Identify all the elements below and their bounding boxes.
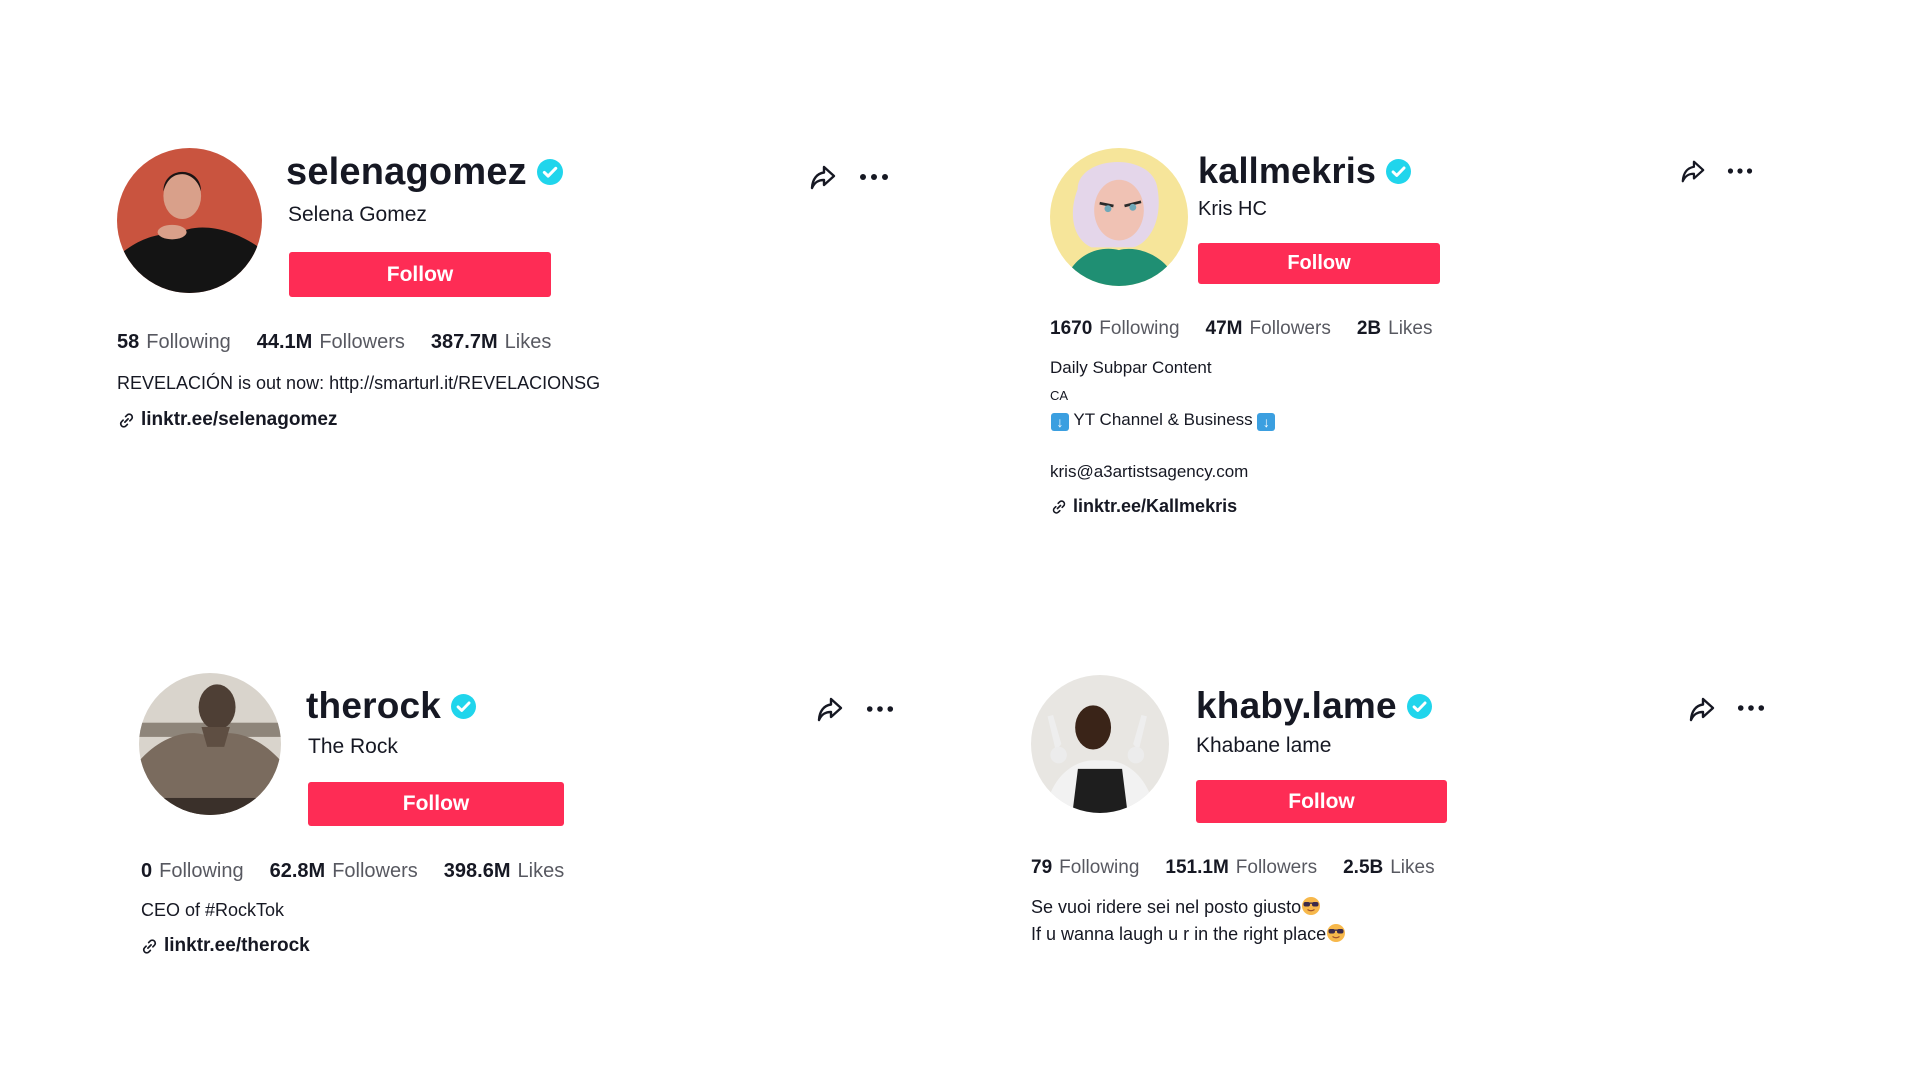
following-count[interactable]: 79 Following xyxy=(1031,857,1139,879)
nickname: The Rock xyxy=(308,735,398,758)
profile-link[interactable]: linktr.ee/therock xyxy=(141,935,310,957)
bio-email: kris@a3artistsagency.com xyxy=(1050,462,1249,481)
following-count[interactable]: 58 Following xyxy=(117,331,231,354)
verified-badge-icon xyxy=(1386,159,1411,184)
likes-count: 398.6M Likes xyxy=(443,860,565,882)
nickname: Selena Gomez xyxy=(288,203,427,226)
link-icon xyxy=(118,412,135,429)
bio-line: If u wanna laugh u r in the right place xyxy=(1031,923,1346,945)
avatar[interactable] xyxy=(1050,148,1188,286)
followers-count[interactable]: 151.1M Followers xyxy=(1165,857,1317,879)
stats-row: 58 Following 44.1M Followers 387.7M Likes xyxy=(117,331,577,354)
profile-link[interactable]: linktr.ee/selenagomez xyxy=(118,409,337,431)
username: therock xyxy=(306,683,476,729)
share-button[interactable] xyxy=(1687,694,1717,724)
link-icon xyxy=(1051,499,1067,515)
username: khaby.lame xyxy=(1196,683,1432,729)
link-icon xyxy=(141,938,158,955)
likes-count: 387.7M Likes xyxy=(430,331,552,353)
verified-badge-icon xyxy=(537,159,563,185)
profile-link[interactable]: linktr.ee/Kallmekris xyxy=(1051,496,1237,517)
more-options-button[interactable] xyxy=(1734,695,1768,721)
likes-count: 2B Likes xyxy=(1356,318,1433,339)
avatar[interactable] xyxy=(1031,675,1169,813)
sunglasses-emoji-icon xyxy=(1302,897,1321,915)
share-icon xyxy=(816,695,844,723)
followers-count[interactable]: 44.1M Followers xyxy=(257,331,405,354)
avatar[interactable] xyxy=(117,148,262,293)
avatar-photo-icon xyxy=(1031,675,1169,813)
likes-count: 2.5B Likes xyxy=(1343,857,1435,878)
share-icon xyxy=(809,163,837,191)
bio-line: CA xyxy=(1050,388,1069,403)
avatar-illustration-icon xyxy=(1050,148,1188,286)
follow-button[interactable]: Follow xyxy=(1196,780,1447,823)
nickname: Khabane lame xyxy=(1196,734,1332,757)
share-button[interactable] xyxy=(808,162,838,192)
share-icon xyxy=(1688,695,1716,723)
down-arrow-emoji-icon: ↓ xyxy=(1051,413,1069,431)
username: kallmekris xyxy=(1198,148,1411,194)
following-count[interactable]: 1670 Following xyxy=(1050,318,1180,340)
avatar-photo-icon xyxy=(139,673,281,815)
avatar-photo-icon xyxy=(117,148,262,293)
share-icon xyxy=(1680,158,1706,184)
share-button[interactable] xyxy=(815,694,845,724)
more-options-button[interactable] xyxy=(863,696,897,722)
username: selenagomez xyxy=(286,148,563,196)
nickname: Kris HC xyxy=(1198,198,1267,220)
bio: REVELACIÓN is out now: http://smarturl.i… xyxy=(117,373,601,393)
follow-button[interactable]: Follow xyxy=(1198,243,1440,284)
share-button[interactable] xyxy=(1679,157,1707,185)
stats-row: 1670 Following 47M Followers 2B Likes xyxy=(1050,318,1458,340)
sunglasses-emoji-icon xyxy=(1327,924,1346,942)
more-icon xyxy=(860,174,888,180)
avatar[interactable] xyxy=(139,673,281,815)
more-options-button[interactable] xyxy=(1724,158,1756,184)
followers-count[interactable]: 47M Followers xyxy=(1206,318,1331,340)
bio-line: Daily Subpar Content xyxy=(1050,358,1212,377)
follow-button[interactable]: Follow xyxy=(289,252,551,297)
bio-line: Se vuoi ridere sei nel posto giusto xyxy=(1031,896,1321,918)
stats-row: 79 Following 151.1M Followers 2.5B Likes xyxy=(1031,857,1461,879)
more-options-button[interactable] xyxy=(856,164,892,190)
bio: CEO of #RockTok xyxy=(141,900,285,920)
more-icon xyxy=(1727,168,1753,174)
verified-badge-icon xyxy=(451,694,476,719)
more-icon xyxy=(866,706,894,712)
verified-badge-icon xyxy=(1407,694,1432,719)
stats-row: 0 Following 62.8M Followers 398.6M Likes xyxy=(141,860,590,883)
follow-button[interactable]: Follow xyxy=(308,782,564,826)
down-arrow-emoji-icon: ↓ xyxy=(1257,413,1276,431)
more-icon xyxy=(1737,705,1765,711)
following-count[interactable]: 0 Following xyxy=(141,860,244,883)
followers-count[interactable]: 62.8M Followers xyxy=(270,860,418,883)
bio-line: ↓ YT Channel & Business ↓ xyxy=(1051,410,1276,431)
